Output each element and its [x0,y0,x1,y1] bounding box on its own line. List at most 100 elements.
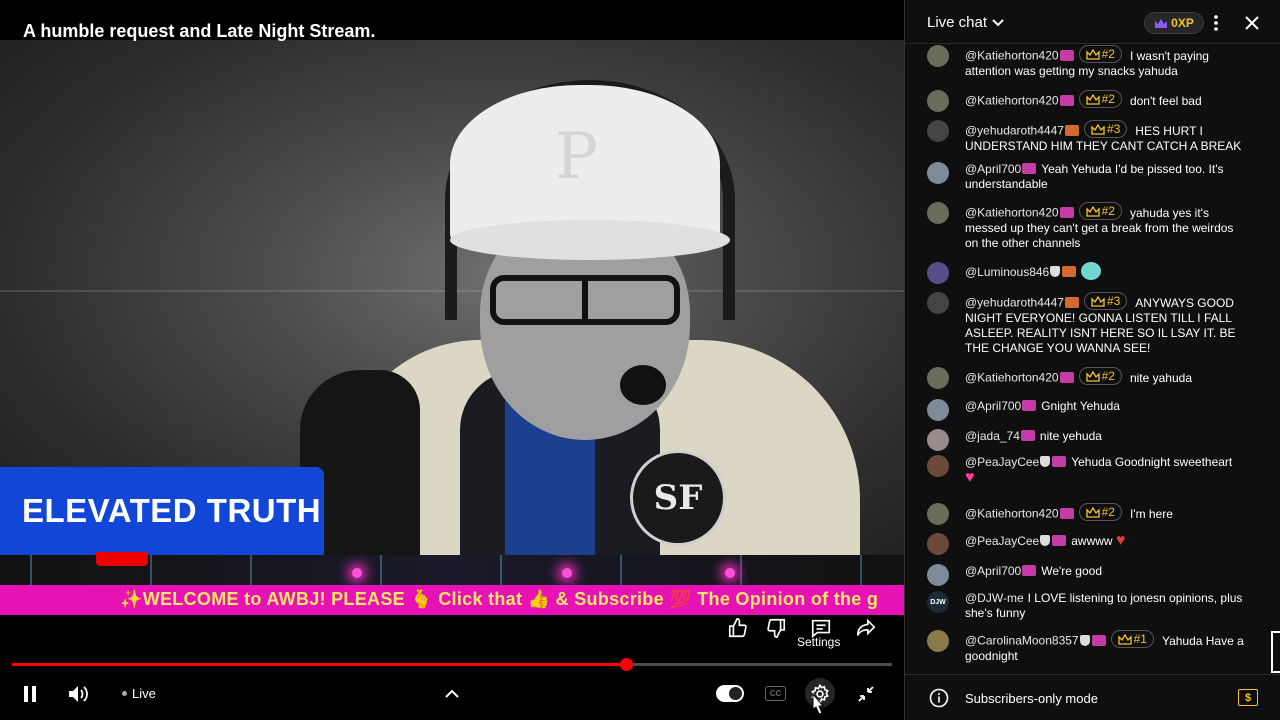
member-badge [1059,49,1074,61]
info-icon[interactable] [929,688,949,708]
overlay-badge [96,552,148,566]
captions-button[interactable]: CC [765,686,786,701]
chat-mode-dropdown[interactable]: Live chat [927,14,1005,31]
message-author[interactable]: @Katiehorton420 [965,371,1059,385]
ticker-banner: ✨WELCOME to AWBJ! PLEASE 🫰 Click that 👍 … [0,585,904,615]
member-badge [1059,507,1074,519]
dislike-button[interactable] [761,613,791,643]
message-author[interactable]: @PeaJayCee [965,455,1039,469]
member-badge [1052,456,1067,467]
message-author[interactable]: @Katiehorton420 [965,206,1059,220]
progress-fill [12,663,627,666]
message-author[interactable]: @yehudaroth4447 [965,124,1064,138]
member-badge [1052,535,1067,546]
message-author[interactable]: @Katiehorton420 [965,507,1059,521]
message-author[interactable]: @Katiehorton420 [965,49,1059,63]
emoji-sticker [1081,262,1102,280]
crown-icon [1117,633,1132,645]
share-button[interactable] [851,613,881,643]
autoplay-toggle[interactable] [716,685,744,702]
subscribers-only-label: Subscribers-only mode [965,691,1098,706]
settings-tooltip: Settings [797,635,841,649]
avatar[interactable] [927,292,949,314]
avatar[interactable] [927,630,949,652]
avatar[interactable] [927,399,949,421]
super-chat-button[interactable]: $ [1238,689,1258,706]
thumbs-up-icon [728,618,747,638]
avatar[interactable]: DJW [927,591,949,613]
close-chat-button[interactable] [1241,12,1263,34]
message-author[interactable]: @Katiehorton420 [965,94,1059,108]
crown-icon [1085,48,1100,60]
member-badge [1064,124,1079,136]
message-author[interactable]: @April700 [965,399,1021,413]
member-badge [1022,163,1037,174]
avatar[interactable] [927,45,949,67]
message-author[interactable]: @yehudaroth4447 [965,296,1064,310]
avatar[interactable] [927,564,949,586]
like-button[interactable] [723,613,753,643]
message-text: We're good [1041,564,1102,578]
message-author[interactable]: @CarolinaMoon8357 [965,634,1079,648]
message-author[interactable]: @Luminous846 [965,265,1049,279]
chat-menu-button[interactable] [1206,12,1226,34]
rank-value: #2 [1101,91,1115,106]
chat-scrollbar[interactable] [1271,631,1280,673]
crown-icon [1085,205,1100,217]
moderator-badge [1040,456,1051,467]
sparkle [725,568,735,578]
avatar[interactable] [927,120,949,142]
message-author[interactable]: @DJW-me [965,591,1024,605]
sparkle [562,568,572,578]
avatar[interactable] [927,367,949,389]
xp-badge[interactable]: 0XP [1144,12,1204,34]
pause-button[interactable] [18,682,42,706]
avatar[interactable] [927,455,949,477]
message-author[interactable]: @jada_74 [965,429,1020,443]
member-badge [1022,565,1037,576]
close-icon [1245,16,1259,30]
mouse-cursor-icon [812,693,824,715]
member-badge [1059,206,1074,218]
avatar[interactable] [927,429,949,451]
more-vert-icon [1214,15,1218,31]
progress-bar[interactable] [12,658,892,671]
sparkle [352,568,362,578]
expand-chapters-button[interactable] [441,682,463,706]
video-player[interactable]: P SF A humble request and Late Night Str… [0,0,904,720]
heart-emoji: ♥ [1115,532,1126,549]
rank-value: #1 [1133,631,1147,646]
rank-value: #3 [1106,121,1121,136]
message-text: nite yehuda [1039,429,1102,443]
message-author[interactable]: @April700 [965,162,1021,176]
moderator-badge [1040,535,1051,546]
member-badge [1064,296,1079,308]
xp-value: 0XP [1171,16,1194,30]
member-badge [1062,266,1077,277]
volume-button[interactable] [66,682,92,706]
exit-fullscreen-button[interactable] [855,682,877,706]
thumbs-down-icon [767,618,786,638]
avatar[interactable] [927,162,949,184]
live-button[interactable]: Live [132,686,156,701]
exit-fullscreen-icon [858,686,874,702]
moderator-badge [1079,634,1090,646]
giants-logo: SF [653,478,703,518]
cap-logo: P [555,120,599,194]
message-author[interactable]: @April700 [965,564,1021,578]
rank-badge: #1 [1110,630,1154,648]
avatar[interactable] [927,262,949,284]
rank-badge: #2 [1078,367,1122,385]
rank-badge: #3 [1083,292,1128,310]
volume-icon [69,686,88,702]
rank-value: #3 [1106,293,1121,308]
avatar[interactable] [927,533,949,555]
member-badge [1091,634,1106,646]
avatar[interactable] [927,202,949,224]
avatar[interactable] [927,90,949,112]
lower-third-text: ELEVATED TRUTH [22,492,322,529]
rank-value: #2 [1101,368,1115,383]
progress-scrubber[interactable] [620,658,634,671]
avatar[interactable] [927,503,949,525]
message-author[interactable]: @PeaJayCee [965,534,1039,548]
